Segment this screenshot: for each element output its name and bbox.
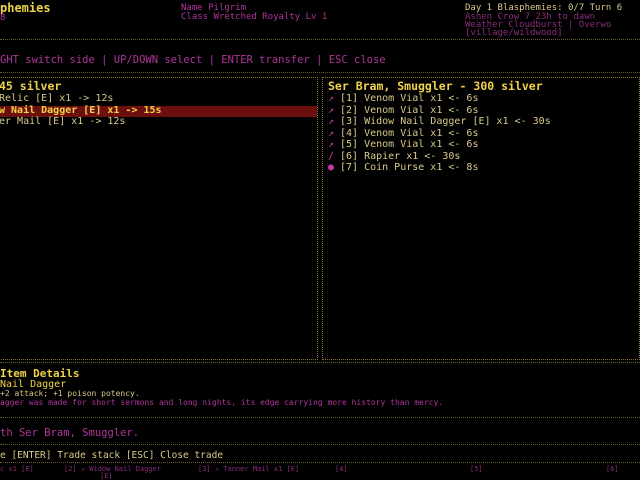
merchant-item-list: ↗ [1] Venom Vial x1 <- 6s ↗ [2] Venom Vial…: [328, 94, 628, 175]
merchant-item-label: [2] Venom Vial x1 <- 6s: [340, 104, 479, 116]
player-item-mail[interactable]: er Mail [E] x1 -> 12s: [0, 117, 317, 129]
header-title: phemies: [0, 1, 51, 15]
item-details-heading: Item Details: [0, 367, 80, 380]
merchant-inventory-panel: Ser Bram, Smuggler - 300 silver ↗ [1] Ven…: [322, 77, 640, 360]
player-item-label: er Mail [E] x1 -> 12s: [0, 116, 126, 127]
item-details-stats: +2 attack; +1 poison potency.: [0, 389, 140, 398]
merchant-item-7[interactable]: ● [7] Coin Purse x1 <- 8s: [328, 163, 628, 175]
trade-controls-hint: GHT switch side | UP/DOWN select | ENTER…: [0, 54, 386, 66]
player-item-label: w Nail Dagger [E] x1 -> 15s: [0, 104, 162, 116]
merchant-item-label: [1] Venom Vial x1 <- 6s: [340, 93, 479, 104]
item-details-lore: agger was made for short sermons and lon…: [0, 398, 444, 407]
transfer-arrow-icon: ↗: [328, 127, 335, 139]
hotbar-slot-2-sub: [E]: [100, 472, 113, 480]
header-divider: [0, 39, 640, 40]
player-silver-title: 45 silver: [0, 79, 62, 93]
merchant-item-label: [5] Venom Vial x1 <- 6s: [340, 139, 479, 150]
transfer-arrow-icon: ↗: [328, 104, 335, 116]
transfer-arrow-icon: ↗: [328, 93, 335, 104]
hotbar-slot-5[interactable]: [5]: [470, 466, 483, 473]
footer-hint: e [ENTER] Trade stack [ESC] Close trade: [0, 450, 224, 461]
merchant-item-label: [6] Rapier x1 <- 30s: [340, 150, 461, 162]
details-bottom-divider: [0, 417, 640, 418]
player-item-label: Relic [E] x1 -> 12s: [0, 93, 114, 104]
player-item-list: Relic [E] x1 -> 12s w Nail Dagger [E] x1…: [0, 94, 317, 129]
merchant-item-label: [7] Coin Purse x1 <- 8s: [340, 162, 479, 173]
hotbar-slot-3[interactable]: [3] ↗ Tanner Mail x1 [E]: [198, 466, 299, 473]
transfer-arrow-icon: ↗: [328, 116, 335, 127]
merchant-item-label: [4] Venom Vial x1 <- 6s: [340, 127, 479, 139]
controls-divider: [0, 72, 640, 73]
trade-message: th Ser Bram, Smuggler.: [0, 427, 140, 439]
sword-icon: ∕: [328, 150, 335, 162]
player-inventory-panel: 45 silver Relic [E] x1 -> 12s w Nail Dag…: [0, 77, 318, 360]
footer-divider: [0, 462, 640, 463]
merchant-item-label: [3] Widow Nail Dagger [E] x1 <- 30s: [340, 116, 551, 127]
hotbar-slot-6[interactable]: [6]: [606, 466, 619, 473]
merchant-title: Ser Bram, Smuggler - 300 silver: [328, 79, 543, 93]
message-divider: [0, 444, 640, 445]
transfer-arrow-icon: ↗: [328, 139, 335, 150]
location-status: [village/wildwood]: [465, 28, 563, 38]
details-top-divider: [0, 362, 640, 363]
hotbar-slot-1[interactable]: c x1 [E]: [0, 466, 34, 473]
header-subtitle: 8: [0, 13, 6, 23]
hotbar-slot-4[interactable]: [4]: [335, 466, 348, 473]
coin-icon: ●: [328, 162, 335, 173]
player-class: Class Wretched Royalty Lv 1: [181, 12, 328, 22]
